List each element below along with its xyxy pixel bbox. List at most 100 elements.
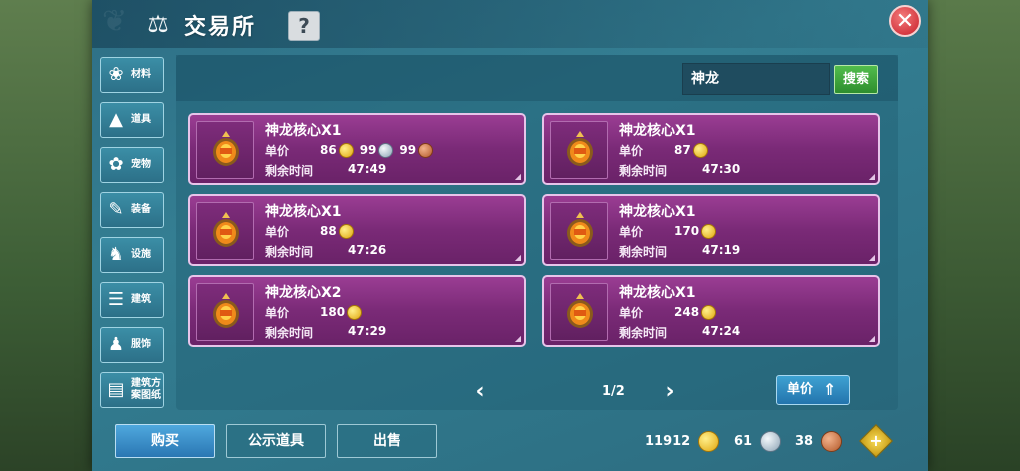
gold-coin-icon <box>692 142 708 158</box>
building-icon: ☰ <box>107 289 125 310</box>
item-name: 神龙核心X1 <box>619 285 696 301</box>
item-slot <box>550 283 608 341</box>
price-row: 87 <box>674 141 714 159</box>
exchange-window: ❦ ⚖ 交易所 ? ✕ ❀ 材料 ▲ 道具 ✿ 宠物 ✎ 装备 ♞ 设施 ☰ 建… <box>92 0 928 471</box>
sidebar-item-props[interactable]: ▲ 道具 <box>100 102 164 138</box>
time-label: 剩余时间 <box>265 245 314 259</box>
price-label: 单价 <box>619 225 644 239</box>
listing-card[interactable]: 神龙核心X1 单价 86 99 99 剩余时间 47:49 ◢ <box>188 113 526 185</box>
sidebar-item-materials[interactable]: ❀ 材料 <box>100 57 164 93</box>
add-currency-button[interactable]: + <box>859 424 893 458</box>
sell-tab-button[interactable]: 出售 <box>337 424 437 458</box>
page-indicator: 1/2 <box>602 384 625 399</box>
sidebar-item-pets[interactable]: ✿ 宠物 <box>100 147 164 183</box>
close-button[interactable]: ✕ <box>889 5 921 37</box>
gold-coin-icon <box>338 223 354 239</box>
listing-card[interactable]: 神龙核心X1 单价 87 剩余时间 47:30 ◢ <box>542 113 880 185</box>
sidebar-item-label: 材料 <box>131 69 151 80</box>
search-bar: 搜索 <box>176 55 898 101</box>
gold-price: 88 <box>320 224 337 238</box>
equipment-icon: ✎ <box>108 199 124 220</box>
item-slot <box>550 121 608 179</box>
help-button[interactable]: ? <box>288 11 320 41</box>
sidebar-item-blueprint[interactable]: ▤ 建筑方案图纸 <box>100 372 164 408</box>
time-label: 剩余时间 <box>619 326 668 340</box>
silver-coin-icon <box>760 430 782 452</box>
sort-by-price-button[interactable]: 单价 ⇑ <box>776 375 850 405</box>
sort-label: 单价 <box>787 382 814 397</box>
time-label: 剩余时间 <box>265 326 314 340</box>
item-slot <box>196 283 254 341</box>
item-name: 神龙核心X2 <box>265 285 342 301</box>
next-page-button[interactable]: › <box>660 380 680 404</box>
sidebar-item-label: 道具 <box>131 114 151 125</box>
silver-amount: 61 <box>734 433 753 449</box>
bronze-balance: 38 <box>795 429 848 453</box>
time-remaining: 47:49 <box>348 162 387 176</box>
blueprint-icon: ▤ <box>107 379 125 400</box>
search-input[interactable] <box>682 63 830 95</box>
scales-icon: ⚖ <box>147 10 169 38</box>
gold-balance: 11912 <box>645 429 725 453</box>
bronze-coin-icon <box>821 430 843 452</box>
corner-ornament-icon: ◢ <box>514 334 521 343</box>
time-remaining: 47:30 <box>702 162 741 176</box>
price-label: 单价 <box>265 306 290 320</box>
price-label: 单价 <box>619 306 644 320</box>
time-label: 剩余时间 <box>619 164 668 178</box>
silver-coin-icon <box>378 142 394 158</box>
bronze-coin-icon <box>418 142 434 158</box>
time-label: 剩余时间 <box>619 245 668 259</box>
corner-ornament-icon: ◢ <box>514 172 521 181</box>
listing-card[interactable]: 神龙核心X1 单价 88 剩余时间 47:26 ◢ <box>188 194 526 266</box>
time-remaining: 47:29 <box>348 324 387 338</box>
sidebar-item-building[interactable]: ☰ 建筑 <box>100 282 164 318</box>
time-remaining: 47:26 <box>348 243 387 257</box>
bronze-price: 99 <box>399 143 417 157</box>
gold-coin-icon <box>338 142 354 158</box>
price-row: 248 <box>674 303 722 321</box>
item-name: 神龙核心X1 <box>265 204 342 220</box>
time-label: 剩余时间 <box>265 164 314 178</box>
buy-tab-button[interactable]: 购买 <box>115 424 215 458</box>
gold-amount: 11912 <box>645 433 691 449</box>
sidebar-item-label: 装备 <box>131 204 151 215</box>
plus-icon: + <box>869 431 883 450</box>
price-row: 180 <box>320 303 368 321</box>
listing-panel: 搜索 神龙核心X1 单价 86 99 99 <box>176 55 898 410</box>
sidebar-item-label: 设施 <box>131 249 151 260</box>
gold-coin-icon <box>698 430 720 452</box>
dragon-core-icon <box>213 293 239 328</box>
dragon-core-icon <box>213 131 239 166</box>
corner-ornament-icon: ◢ <box>868 172 875 181</box>
dragon-core-icon <box>213 212 239 247</box>
time-remaining: 47:19 <box>702 243 741 257</box>
listing-card[interactable]: 神龙核心X1 单价 170 剩余时间 47:19 ◢ <box>542 194 880 266</box>
item-name: 神龙核心X1 <box>265 123 342 139</box>
listing-card[interactable]: 神龙核心X1 单价 248 剩余时间 47:24 ◢ <box>542 275 880 347</box>
dragon-core-icon <box>567 131 593 166</box>
public-items-tab-button[interactable]: 公示道具 <box>226 424 326 458</box>
item-slot <box>196 121 254 179</box>
sort-arrow-up-icon: ⇑ <box>823 380 837 399</box>
facility-icon: ♞ <box>107 244 125 265</box>
item-name: 神龙核心X1 <box>619 204 696 220</box>
gold-coin-icon <box>701 223 717 239</box>
item-name: 神龙核心X1 <box>619 123 696 139</box>
prev-page-button[interactable]: ‹ <box>470 380 490 404</box>
gold-coin-icon <box>347 304 363 320</box>
dragon-core-icon <box>567 212 593 247</box>
sidebar-item-equipment[interactable]: ✎ 装备 <box>100 192 164 228</box>
sidebar-item-label: 建筑方案图纸 <box>131 378 161 401</box>
corner-ornament-icon: ◢ <box>868 334 875 343</box>
sidebar-item-facility[interactable]: ♞ 设施 <box>100 237 164 273</box>
sidebar-item-clothing[interactable]: ♟ 服饰 <box>100 327 164 363</box>
search-button[interactable]: 搜索 <box>834 65 878 94</box>
sidebar-item-label: 建筑 <box>131 294 151 305</box>
listing-card[interactable]: 神龙核心X2 单价 180 剩余时间 47:29 ◢ <box>188 275 526 347</box>
clothing-icon: ♟ <box>107 334 125 355</box>
item-slot <box>196 202 254 260</box>
bottom-bar: 购买 公示道具 出售 11912 61 38 + <box>92 413 928 471</box>
dragon-core-icon <box>567 293 593 328</box>
corner-ornament-icon: ◢ <box>514 253 521 262</box>
